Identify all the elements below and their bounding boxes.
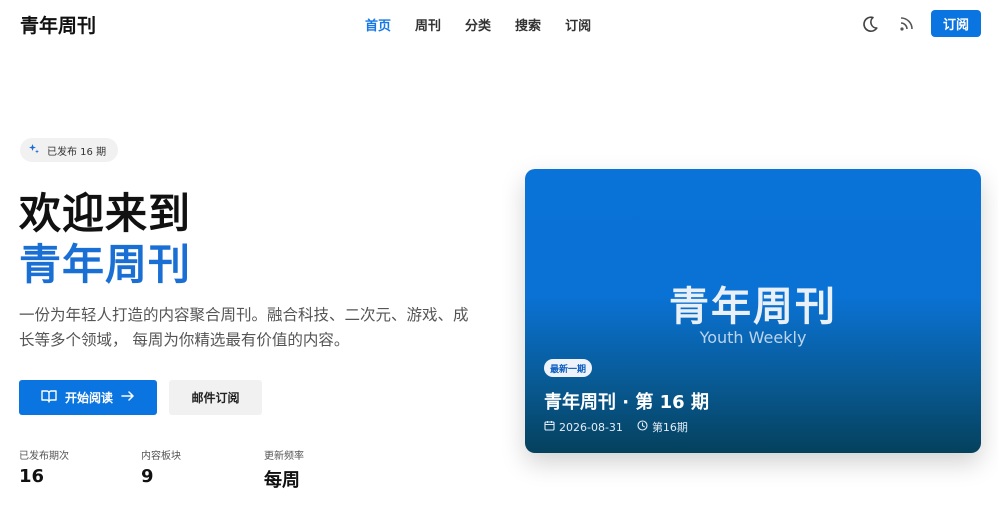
arrow-right-icon xyxy=(121,390,135,405)
hero-title-line1: 欢迎来到 xyxy=(19,189,192,238)
latest-issue-card[interactable]: 青年周刊 Youth Weekly 最新一期 青年周刊 · 第 16 期 202… xyxy=(525,169,981,453)
book-icon xyxy=(41,389,57,406)
stat-frequency: 更新频率 每周 xyxy=(264,447,304,492)
nav-link-home[interactable]: 首页 xyxy=(365,15,391,34)
stat-sections: 内容板块 9 xyxy=(141,447,181,487)
calendar-icon xyxy=(544,420,555,434)
site-logo[interactable]: 青年周刊 xyxy=(20,11,96,38)
email-subscribe-button[interactable]: 邮件订阅 xyxy=(169,380,262,415)
rss-icon[interactable] xyxy=(896,13,918,35)
start-reading-label: 开始阅读 xyxy=(64,391,113,405)
published-count-pill: 已发布 16 期 xyxy=(20,138,119,162)
stat-value: 9 xyxy=(141,466,154,487)
nav-link-subscribe[interactable]: 订阅 xyxy=(565,15,591,34)
start-reading-button[interactable]: 开始阅读 xyxy=(19,380,157,415)
stat-label: 已发布期次 xyxy=(19,451,69,462)
stat-value: 每周 xyxy=(264,470,300,491)
nav-link-categories[interactable]: 分类 xyxy=(465,15,491,34)
moon-icon[interactable] xyxy=(859,13,881,35)
pill-text: 已发布 16 期 xyxy=(47,146,107,158)
nav-link-weekly[interactable]: 周刊 xyxy=(415,15,441,34)
nav-link-search[interactable]: 搜索 xyxy=(515,15,541,34)
issue-date: 2026-08-31 xyxy=(559,420,623,434)
latest-badge: 最新一期 xyxy=(544,359,593,377)
stat-label: 更新频率 xyxy=(264,451,304,462)
stat-label: 内容板块 xyxy=(141,451,181,462)
issue-tag: 第16期 xyxy=(651,421,688,434)
stat-issues: 已发布期次 16 xyxy=(19,447,69,487)
stat-value: 16 xyxy=(19,466,45,487)
card-subtitle: Youth Weekly xyxy=(699,328,807,347)
nav-links: 首页 周刊 分类 搜索 订阅 xyxy=(365,15,591,34)
issue-meta: 2026-08-31 第16期 xyxy=(544,419,688,435)
card-title: 青年周刊 xyxy=(669,283,837,330)
subscribe-button[interactable]: 订阅 xyxy=(931,10,981,37)
top-nav: 青年周刊 首页 周刊 分类 搜索 订阅 订阅 xyxy=(0,0,998,48)
clock-icon xyxy=(637,420,648,434)
hero-title-line2: 青年周刊 xyxy=(19,240,192,289)
sparkle-icon xyxy=(28,143,40,158)
issue-title[interactable]: 青年周刊 · 第 16 期 xyxy=(544,388,709,414)
hero-description: 一份为年轻人打造的内容聚合周刊。融合科技、二次元、游戏、成长等多个领域， 每周为… xyxy=(19,306,469,349)
